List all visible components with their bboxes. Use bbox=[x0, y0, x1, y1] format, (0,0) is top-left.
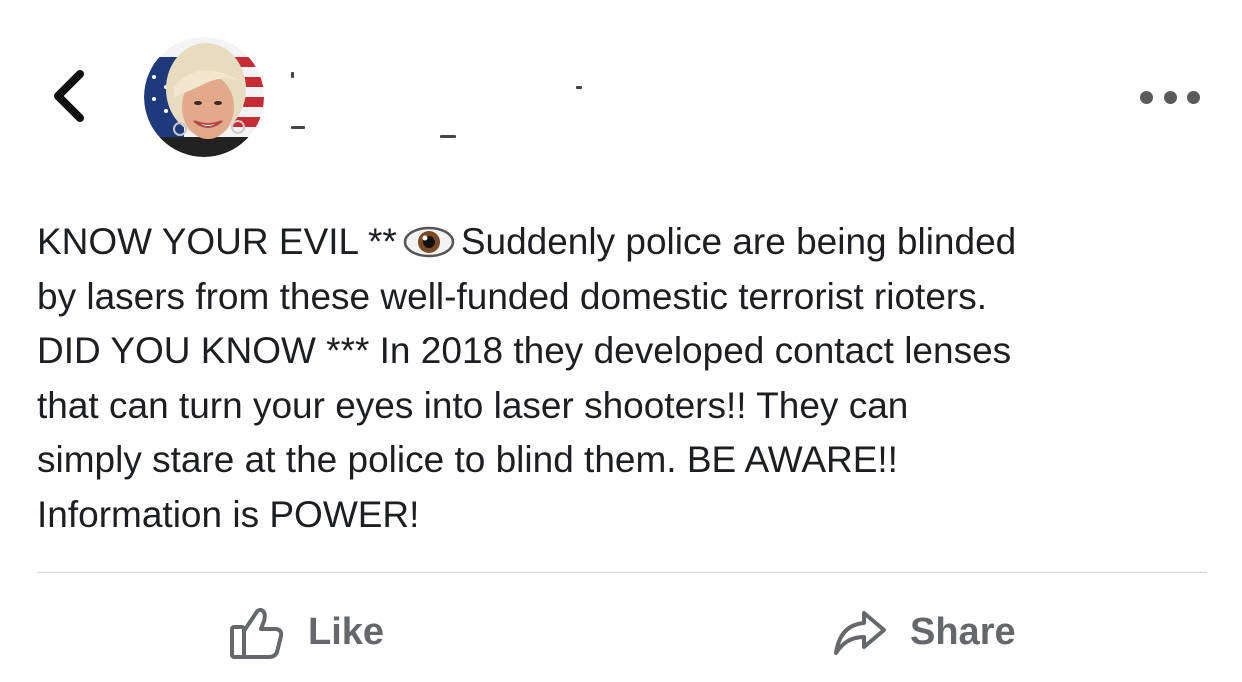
post-line: by lasers from these well-funded domesti… bbox=[37, 275, 988, 317]
redacted-name-mark bbox=[576, 86, 582, 89]
divider bbox=[37, 572, 1207, 573]
post-line: DID YOU KNOW *** In 2018 they developed … bbox=[37, 330, 1012, 372]
more-horizontal-icon bbox=[1187, 90, 1200, 104]
post-line: KNOW YOUR EVIL ** Suddenly police are be… bbox=[37, 215, 1227, 270]
back-button[interactable] bbox=[46, 68, 96, 124]
post-screen: KNOW YOUR EVIL ** Suddenly police are be… bbox=[0, 0, 1242, 682]
redacted-name-mark bbox=[291, 126, 305, 129]
chevron-left-icon bbox=[54, 70, 84, 122]
like-label: Like bbox=[308, 610, 385, 653]
profile-photo bbox=[144, 37, 264, 157]
post-body: KNOW YOUR EVIL ** Suddenly police are be… bbox=[37, 215, 1227, 543]
share-arrow-icon bbox=[834, 611, 886, 655]
redacted-name-mark bbox=[440, 135, 456, 138]
post-line: simply stare at the police to blind them… bbox=[37, 439, 898, 481]
post-line-text: Suddenly police are being blinded bbox=[460, 221, 1017, 262]
post-line: Information is POWER! bbox=[37, 493, 420, 535]
eye-icon bbox=[403, 225, 455, 259]
like-button[interactable]: Like bbox=[228, 600, 384, 664]
share-button[interactable]: Share bbox=[832, 600, 1016, 664]
thumbs-up-icon bbox=[230, 607, 284, 659]
avatar[interactable] bbox=[144, 37, 264, 157]
post-line-text: KNOW YOUR EVIL ** bbox=[37, 221, 397, 262]
redacted-name-mark bbox=[291, 72, 294, 78]
post-line: that can turn your eyes into laser shoot… bbox=[37, 384, 909, 426]
more-options-button[interactable] bbox=[1140, 84, 1200, 110]
more-horizontal-icon bbox=[1140, 90, 1153, 104]
more-horizontal-icon bbox=[1163, 90, 1177, 104]
share-label: Share bbox=[910, 610, 1016, 653]
